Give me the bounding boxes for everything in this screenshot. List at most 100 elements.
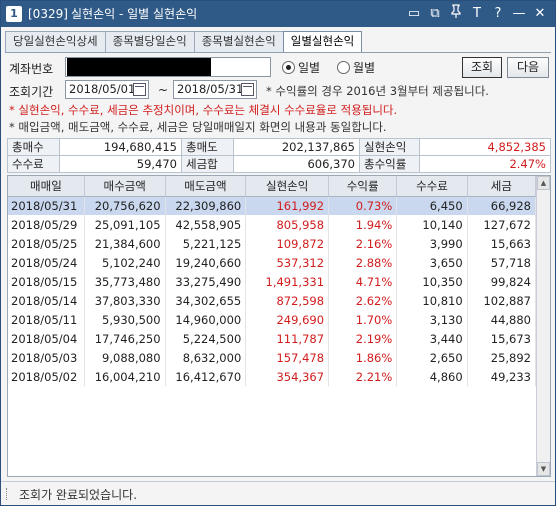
column-header-tax[interactable]: 세금 [467, 176, 537, 197]
cell-return: 2.88% [328, 253, 398, 272]
window-title: 실현손익 - 일별 실현손익 [71, 7, 198, 21]
title-bar[interactable]: 1 [0329] 실현손익 - 일별 실현손익 ▭ ⧉ T ? — ✕ [1, 1, 555, 27]
scroll-up-arrow-icon[interactable]: ▲ [537, 176, 550, 190]
realized-pl-window: 1 [0329] 실현손익 - 일별 실현손익 ▭ ⧉ T ? — ✕ 당일실현… [0, 0, 556, 506]
cell-buy-amount: 5,930,500 [84, 310, 166, 329]
cell-buy-amount: 5,102,240 [84, 253, 166, 272]
cell-return: 2.19% [328, 329, 398, 348]
cell-realized-pl: 1,491,331 [245, 272, 330, 291]
cell-tax: 127,672 [467, 215, 537, 234]
cell-realized-pl: 537,312 [245, 253, 330, 272]
column-header-fee[interactable]: 수수료 [396, 176, 468, 197]
cell-fee: 10,140 [396, 215, 468, 234]
date-range-tilde: ~ [158, 83, 169, 97]
radio-monthly-dot[interactable] [337, 61, 350, 74]
radio-daily-dot[interactable] [282, 61, 295, 74]
screen-code: [0329] [28, 7, 68, 21]
table-row[interactable]: 2018/05/04 17,746,250 5,224,500 111,787 2.19… [8, 329, 537, 348]
cell-return: 2.62% [328, 291, 398, 310]
cell-sell-amount: 5,221,125 [165, 234, 247, 253]
cell-fee: 3,440 [396, 329, 468, 348]
cell-tax: 99,824 [467, 272, 537, 291]
table-row[interactable]: 2018/05/25 21,384,600 5,221,125 109,872 2.16… [8, 234, 537, 253]
cell-date: 2018/05/04 [8, 329, 85, 348]
search-button[interactable]: 조회 [462, 57, 502, 78]
tab-daily-realized[interactable]: 일별실현손익 [282, 31, 363, 53]
close-icon[interactable]: ✕ [531, 4, 549, 24]
pin-icon[interactable] [447, 4, 465, 24]
radio-daily[interactable]: 일별 [282, 59, 320, 76]
cell-tax: 25,892 [467, 348, 537, 367]
tab-today-by-stock[interactable]: 종목별당일손익 [104, 31, 195, 52]
cell-date: 2018/05/02 [8, 367, 85, 386]
cell-realized-pl: 249,690 [245, 310, 330, 329]
cell-fee: 6,450 [396, 196, 468, 215]
table-row[interactable]: 2018/05/24 5,102,240 19,240,660 537,312 2.88… [8, 253, 537, 272]
tab-realized-by-stock[interactable]: 종목별실현손익 [193, 31, 284, 52]
cell-date: 2018/05/24 [8, 253, 85, 272]
status-bar: 조회가 완료되었습니다. [1, 481, 555, 505]
cell-tax: 57,718 [467, 253, 537, 272]
cell-fee: 3,650 [396, 253, 468, 272]
cell-fee: 2,650 [396, 348, 468, 367]
table-header-row: 매매일 매수금액 매도금액 실현손익 수익률 수수료 세금 [8, 176, 537, 197]
summary-row: 수수료 59,470 세금합 606,370 총수익률 2.47% [7, 155, 551, 173]
cell-return: 0.73% [328, 196, 398, 215]
date-from-input[interactable]: 2018/05/01 [65, 80, 149, 99]
total-sell-value: 202,137,865 [233, 138, 360, 156]
cell-fee: 10,810 [396, 291, 468, 310]
cell-buy-amount: 17,746,250 [84, 329, 166, 348]
cell-date: 2018/05/11 [8, 310, 85, 329]
tax-label: 세금합 [181, 155, 234, 173]
table-row[interactable]: 2018/05/31 20,756,620 22,309,860 161,992 0.7… [8, 196, 537, 215]
pin-icon-graphic [451, 4, 461, 18]
table-row[interactable]: 2018/05/03 9,088,080 8,632,000 157,478 1.86%… [8, 348, 537, 367]
table-row[interactable]: 2018/05/14 37,803,330 34,302,655 872,598 2.6… [8, 291, 537, 310]
cell-return: 4.71% [328, 272, 398, 291]
total-sell-label: 총매도 [181, 138, 234, 156]
cell-sell-amount: 34,302,655 [165, 291, 247, 310]
tab-today-detail[interactable]: 당일실현손익상세 [5, 31, 106, 52]
table-row[interactable]: 2018/05/02 16,004,210 16,412,670 354,367 2.2… [8, 367, 537, 386]
cell-fee: 10,350 [396, 272, 468, 291]
cell-buy-amount: 25,091,105 [84, 215, 166, 234]
scroll-down-arrow-icon[interactable]: ▼ [537, 462, 550, 476]
column-header-realized-pl[interactable]: 실현손익 [245, 176, 330, 197]
cell-sell-amount: 5,224,500 [165, 329, 247, 348]
date-from-value: 2018/05/01 [69, 82, 136, 96]
column-header-return[interactable]: 수익률 [328, 176, 398, 197]
radio-monthly[interactable]: 월별 [337, 59, 375, 76]
next-button[interactable]: 다음 [507, 57, 549, 78]
cell-sell-amount: 8,632,000 [165, 348, 247, 367]
table-row[interactable]: 2018/05/15 35,773,480 33,275,490 1,491,331 4… [8, 272, 537, 291]
copy-icon[interactable]: ⧉ [426, 4, 444, 24]
column-header-buy-amount[interactable]: 매수금액 [84, 176, 166, 197]
cell-sell-amount: 19,240,660 [165, 253, 247, 272]
daily-pl-table-container[interactable]: 매매일 매수금액 매도금액 실현손익 수익률 수수료 세금 2018/05/31… [7, 175, 551, 477]
table-row[interactable]: 2018/05/29 25,091,105 42,558,905 805,958 1.9… [8, 215, 537, 234]
cell-sell-amount: 14,960,000 [165, 310, 247, 329]
cell-date: 2018/05/03 [8, 348, 85, 367]
minimize-icon[interactable]: — [510, 4, 528, 24]
font-size-icon[interactable]: T [468, 4, 486, 24]
help-icon[interactable]: ? [489, 4, 507, 24]
fee-label: 수수료 [7, 155, 60, 173]
calendar-icon[interactable] [241, 83, 254, 96]
calendar-icon[interactable] [133, 83, 146, 96]
table-row[interactable]: 2018/05/11 5,930,500 14,960,000 249,690 1.70… [8, 310, 537, 329]
cell-tax: 102,887 [467, 291, 537, 310]
cell-return: 1.94% [328, 215, 398, 234]
date-to-input[interactable]: 2018/05/31 [173, 80, 257, 99]
title-bar-icons: ▭ ⧉ T ? — ✕ [405, 4, 549, 24]
cell-return: 2.16% [328, 234, 398, 253]
cell-date: 2018/05/15 [8, 272, 85, 291]
column-header-date[interactable]: 매매일 [8, 176, 85, 197]
cell-buy-amount: 35,773,480 [84, 272, 166, 291]
cell-realized-pl: 354,367 [245, 367, 330, 386]
column-header-sell-amount[interactable]: 매도금액 [165, 176, 247, 197]
vertical-scrollbar[interactable]: ▲ ▼ [536, 176, 550, 476]
summary-grid: 총매수 194,680,415 총매도 202,137,865 실현손익 4,8… [7, 138, 551, 173]
link-icon[interactable]: ▭ [405, 4, 423, 24]
cell-date: 2018/05/31 [8, 196, 85, 215]
tab-divider [5, 52, 551, 53]
